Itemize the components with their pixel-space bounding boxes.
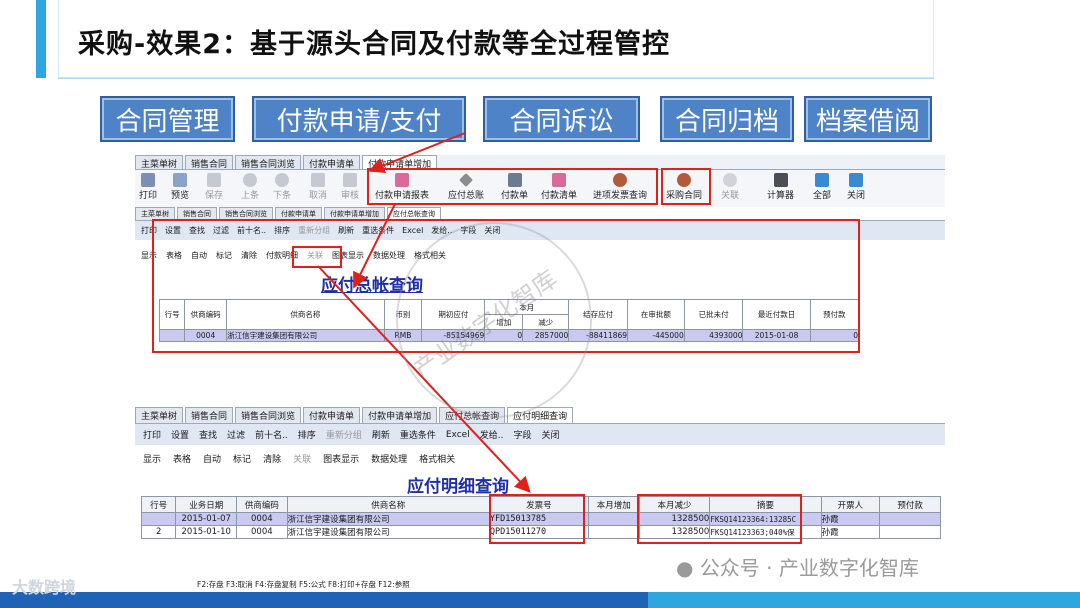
- arrow-module-to-toolbar: [368, 132, 466, 173]
- footer-bar: [0, 592, 1080, 608]
- wechat-watermark: ● 公众号 · 产业数字化智库: [676, 556, 919, 580]
- wechat-icon: ●: [676, 556, 694, 580]
- brand-watermark: 大数跨境: [12, 578, 77, 597]
- arrow-toolbar-to-ledger: [353, 203, 396, 289]
